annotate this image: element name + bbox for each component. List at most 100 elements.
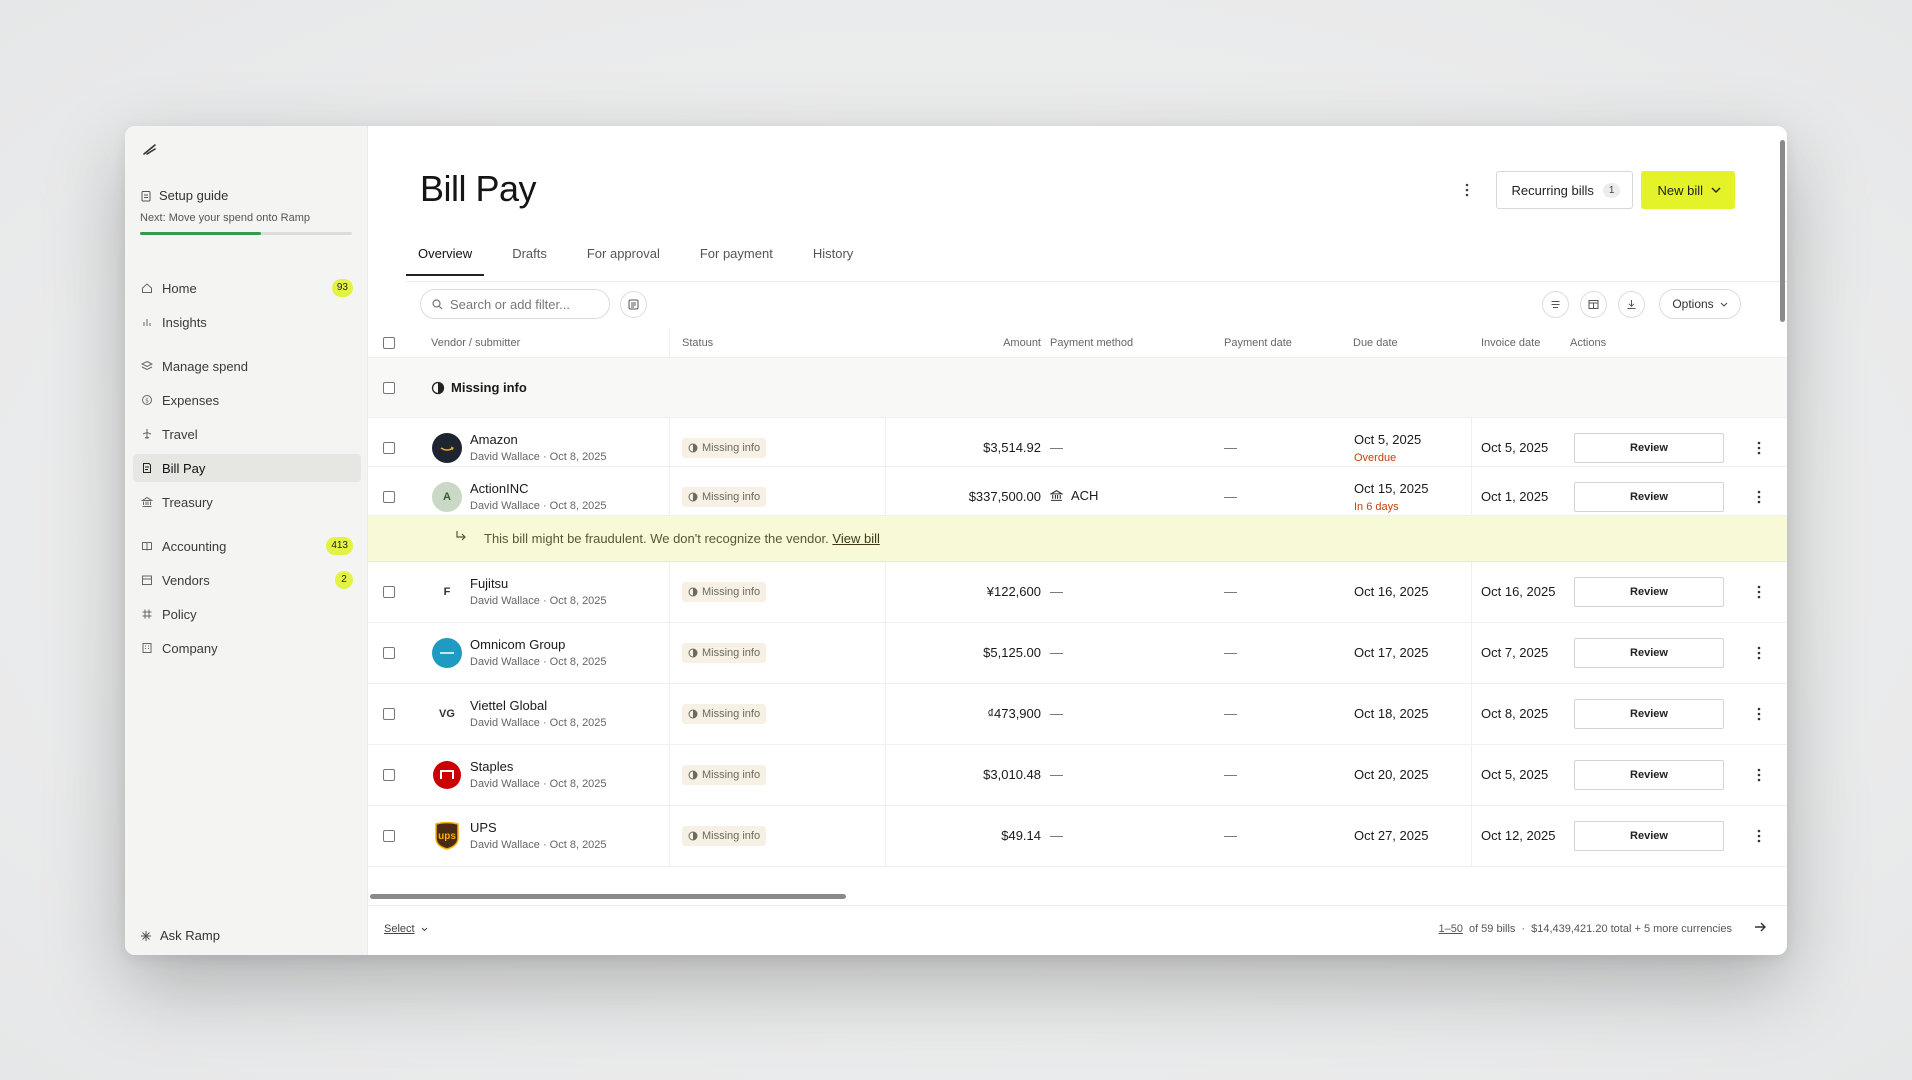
sidebar-item-label: Treasury bbox=[162, 494, 213, 510]
sidebar-item-label: Travel bbox=[162, 426, 198, 442]
review-button[interactable]: Review bbox=[1574, 638, 1724, 668]
column-header-due-date[interactable]: Due date bbox=[1353, 337, 1398, 349]
column-header-vendor[interactable]: Vendor / submitter bbox=[431, 337, 520, 349]
group-header-missing-info[interactable]: Missing info bbox=[368, 358, 1787, 418]
row-checkbox[interactable] bbox=[383, 491, 395, 503]
select-all-checkbox[interactable] bbox=[383, 337, 395, 349]
more-options-icon[interactable] bbox=[1454, 177, 1480, 203]
row-more-icon[interactable] bbox=[1754, 585, 1764, 599]
row-checkbox[interactable] bbox=[383, 769, 395, 781]
options-dropdown[interactable]: Options bbox=[1659, 289, 1741, 319]
ask-ramp-button[interactable]: Ask Ramp bbox=[140, 928, 220, 943]
columns-button[interactable] bbox=[1580, 291, 1607, 318]
row-checkbox[interactable] bbox=[383, 830, 395, 842]
sidebar-item-insights[interactable]: Insights bbox=[133, 308, 361, 336]
recurring-bills-button[interactable]: Recurring bills 1 bbox=[1495, 171, 1634, 209]
vendor-name[interactable]: ActionINC bbox=[470, 481, 529, 496]
review-button[interactable]: Review bbox=[1574, 433, 1724, 463]
column-divider bbox=[885, 467, 886, 515]
tab-drafts[interactable]: Drafts bbox=[500, 244, 559, 276]
sidebar-item-treasury[interactable]: Treasury bbox=[133, 488, 361, 516]
sidebar-item-policy[interactable]: Policy bbox=[133, 600, 361, 628]
tab-overview[interactable]: Overview bbox=[406, 244, 485, 276]
vendor-name[interactable]: Staples bbox=[470, 759, 513, 774]
review-button[interactable]: Review bbox=[1574, 760, 1724, 790]
row-checkbox[interactable] bbox=[383, 586, 395, 598]
row-more-icon[interactable] bbox=[1754, 490, 1764, 504]
pagination-range[interactable]: 1–50 bbox=[1438, 923, 1462, 935]
row-more-icon[interactable] bbox=[1754, 768, 1764, 782]
status-badge: Missing info bbox=[682, 487, 767, 507]
table-row[interactable]: ups UPS David Wallace · Oct 8, 2025 Missing… bbox=[368, 806, 1787, 867]
tab-for-approval[interactable]: For approval bbox=[575, 244, 672, 276]
vendor-avatar bbox=[432, 433, 462, 463]
horizontal-scrollbar[interactable] bbox=[370, 894, 846, 899]
status-label: Missing info bbox=[702, 830, 761, 842]
group-checkbox[interactable] bbox=[383, 382, 395, 394]
table-row[interactable]: VG Viettel Global David Wallace · Oct 8, 2… bbox=[368, 684, 1787, 745]
column-header-payment-date[interactable]: Payment date bbox=[1224, 337, 1292, 349]
table-row[interactable]: A ActionINC David Wallace · Oct 8, 2025 Mis… bbox=[368, 467, 1787, 516]
setup-guide[interactable]: Setup guide Next: Move your spend onto R… bbox=[140, 188, 355, 235]
arrow-right-icon[interactable] bbox=[1753, 920, 1767, 934]
chevron-down-icon bbox=[1720, 302, 1728, 307]
saved-views-button[interactable] bbox=[620, 291, 647, 318]
sidebar-item-label: Accounting bbox=[162, 538, 227, 554]
row-more-icon[interactable] bbox=[1754, 829, 1764, 843]
vendor-initials: ups bbox=[438, 830, 456, 842]
sidebar-item-bill-pay[interactable]: Bill Pay bbox=[133, 454, 361, 482]
table-header: Vendor / submitter Status Amount Payment… bbox=[368, 328, 1787, 358]
vendor-name[interactable]: UPS bbox=[470, 820, 497, 835]
search-input[interactable]: Search or add filter... bbox=[420, 289, 610, 319]
amazon-logo-icon bbox=[440, 446, 454, 451]
new-bill-button[interactable]: New bill bbox=[1641, 171, 1735, 209]
column-header-status[interactable]: Status bbox=[682, 337, 713, 349]
vertical-scrollbar[interactable] bbox=[1780, 140, 1785, 322]
column-header-invoice-date[interactable]: Invoice date bbox=[1481, 337, 1540, 349]
store-icon bbox=[140, 573, 154, 587]
ramp-logo-icon[interactable] bbox=[141, 140, 159, 158]
group-button[interactable] bbox=[1542, 291, 1569, 318]
chevron-down-icon bbox=[1711, 187, 1721, 193]
sidebar-item-vendors[interactable]: Vendors 2 bbox=[133, 566, 361, 594]
column-divider bbox=[669, 467, 670, 515]
pagination-separator: · bbox=[1521, 923, 1526, 935]
vendor-submitter: David Wallace · Oct 8, 2025 bbox=[470, 500, 607, 512]
sidebar-item-home[interactable]: Home 93 bbox=[133, 274, 361, 302]
payment-method: — bbox=[1050, 645, 1063, 660]
table-row[interactable]: Omnicom Group David Wallace · Oct 8, 2025… bbox=[368, 623, 1787, 684]
tab-for-payment[interactable]: For payment bbox=[688, 244, 785, 276]
table-row[interactable]: Amazon David Wallace · Oct 8, 2025 Missing… bbox=[368, 418, 1787, 467]
vendor-name[interactable]: Omnicom Group bbox=[470, 637, 565, 652]
column-header-payment-method[interactable]: Payment method bbox=[1050, 337, 1133, 349]
row-checkbox[interactable] bbox=[383, 708, 395, 720]
column-header-amount[interactable]: Amount bbox=[1003, 337, 1041, 349]
sidebar-item-travel[interactable]: Travel bbox=[133, 420, 361, 448]
row-more-icon[interactable] bbox=[1754, 707, 1764, 721]
select-dropdown[interactable]: Select bbox=[384, 923, 428, 935]
row-more-icon[interactable] bbox=[1754, 441, 1764, 455]
review-button[interactable]: Review bbox=[1574, 821, 1724, 851]
column-divider bbox=[669, 562, 670, 622]
sidebar-item-expenses[interactable]: $ Expenses bbox=[133, 386, 361, 414]
review-button[interactable]: Review bbox=[1574, 482, 1724, 512]
sidebar-item-manage-spend[interactable]: Manage spend bbox=[133, 352, 361, 380]
review-button[interactable]: Review bbox=[1574, 699, 1724, 729]
table-row[interactable]: Staples David Wallace · Oct 8, 2025 Missin… bbox=[368, 745, 1787, 806]
payment-method-label: ACH bbox=[1071, 488, 1099, 503]
payment-method: — bbox=[1050, 706, 1063, 721]
column-divider bbox=[1471, 684, 1472, 744]
review-button[interactable]: Review bbox=[1574, 577, 1724, 607]
vendor-name[interactable]: Viettel Global bbox=[470, 698, 547, 713]
view-bill-link[interactable]: View bill bbox=[832, 531, 879, 546]
vendor-name[interactable]: Fujitsu bbox=[470, 576, 508, 591]
sidebar-item-company[interactable]: Company bbox=[133, 634, 361, 662]
sidebar-item-accounting[interactable]: Accounting 413 bbox=[133, 532, 361, 560]
table-row[interactable]: F Fujitsu David Wallace · Oct 8, 2025 Missi… bbox=[368, 562, 1787, 623]
tab-history[interactable]: History bbox=[801, 244, 865, 276]
row-checkbox[interactable] bbox=[383, 442, 395, 454]
row-checkbox[interactable] bbox=[383, 647, 395, 659]
row-more-icon[interactable] bbox=[1754, 646, 1764, 660]
download-button[interactable] bbox=[1618, 291, 1645, 318]
vendor-name[interactable]: Amazon bbox=[470, 432, 518, 447]
